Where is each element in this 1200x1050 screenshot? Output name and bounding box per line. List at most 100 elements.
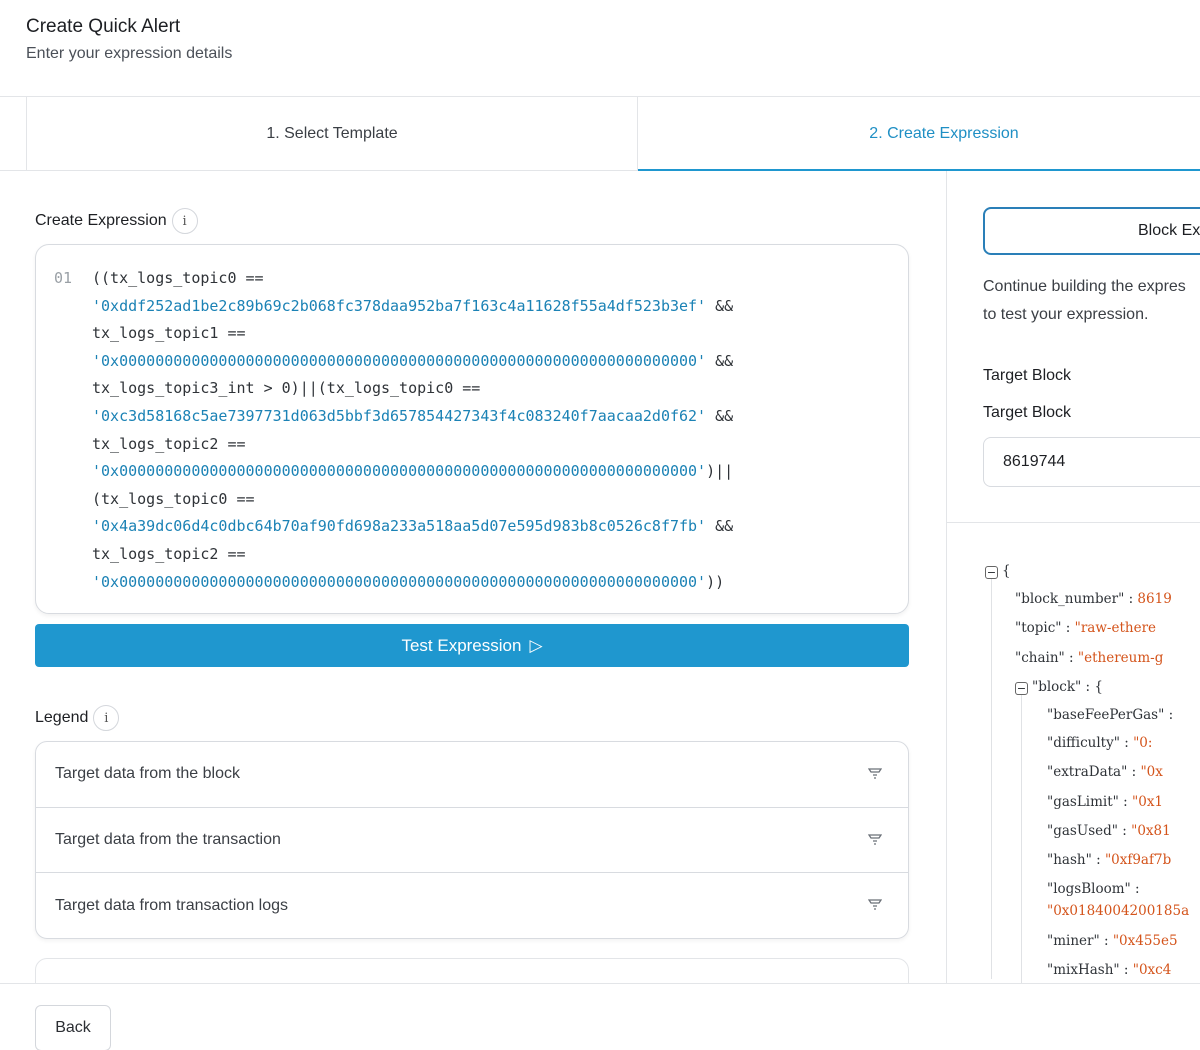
json-key: "block" bbox=[1032, 679, 1082, 695]
legend-item-block[interactable]: Target data from the block bbox=[36, 742, 908, 808]
json-colon: : bbox=[1081, 679, 1095, 695]
code-line: '0xc3d58168c5ae7397731d063d5bbf3d6578544… bbox=[36, 403, 908, 431]
legend-item-transaction[interactable]: Target data from the transaction bbox=[36, 808, 908, 873]
filter-icon bbox=[868, 768, 882, 779]
tab-select-template[interactable]: 1. Select Template bbox=[26, 97, 638, 170]
code-line: tx_logs_topic3_int > 0)||(tx_logs_topic0… bbox=[36, 375, 908, 403]
json-row: "gasUsed" : "0x81 bbox=[1047, 823, 1171, 839]
json-row[interactable]: −{ bbox=[985, 563, 1011, 579]
code-operator: && bbox=[706, 351, 734, 370]
code-operator: )) bbox=[706, 572, 725, 591]
code-keyword: ((tx_logs_topic0 == bbox=[92, 269, 264, 287]
code-line: 01 ((tx_logs_topic0 == bbox=[36, 265, 908, 293]
create-expression-label: Create Expression bbox=[35, 212, 167, 229]
json-key: "block_number" bbox=[1015, 591, 1125, 607]
help-text-line: Continue building the expres bbox=[983, 278, 1186, 295]
block-explorer-button[interactable]: Block Ex bbox=[983, 207, 1200, 255]
code-line: '0x4a39dc06d4c0dbc64b70af90fd698a233a518… bbox=[36, 513, 908, 541]
code-text: (tx_logs_topic0 == bbox=[92, 486, 255, 514]
legend-list: Target data from the block Target data f… bbox=[35, 741, 909, 939]
tree-guide bbox=[1021, 695, 1022, 983]
legend-heading: Legend i bbox=[35, 705, 120, 731]
code-line: '0x0000000000000000000000000000000000000… bbox=[36, 569, 908, 597]
help-text-line: to test your expression. bbox=[983, 306, 1149, 323]
json-colon: : bbox=[1099, 933, 1113, 949]
code-text: '0x0000000000000000000000000000000000000… bbox=[92, 348, 733, 376]
code-line: (tx_logs_topic0 == bbox=[36, 486, 908, 514]
code-line: tx_logs_topic2 == bbox=[36, 431, 908, 459]
json-colon: : bbox=[1164, 707, 1174, 723]
code-text: ((tx_logs_topic0 == bbox=[92, 265, 264, 293]
json-value: "0x455e5 bbox=[1112, 933, 1178, 949]
code-operator: && bbox=[706, 406, 734, 425]
legend-item-label: Target data from transaction logs bbox=[55, 896, 289, 914]
tree-guide bbox=[991, 579, 992, 979]
code-line: '0xddf252ad1be2c89b69c2b068fc378daa952ba… bbox=[36, 293, 908, 321]
legend-item-label: Target data from the block bbox=[55, 765, 240, 783]
code-string: '0xddf252ad1be2c89b69c2b068fc378daa952ba… bbox=[92, 296, 707, 315]
info-icon[interactable]: i bbox=[93, 705, 120, 731]
target-block-input[interactable] bbox=[983, 437, 1200, 487]
json-colon: : bbox=[1119, 735, 1134, 751]
json-key: "gasLimit" bbox=[1047, 794, 1119, 810]
legend-item-label: Target data from the transaction bbox=[55, 830, 281, 848]
play-icon: ▷ bbox=[529, 635, 543, 655]
expression-editor[interactable]: 01 ((tx_logs_topic0 == '0xddf252ad1be2c89b… bbox=[35, 244, 909, 614]
json-brace: { bbox=[1094, 679, 1103, 695]
json-key: "logsBloom" bbox=[1047, 881, 1131, 897]
json-colon: : bbox=[1064, 650, 1078, 666]
test-expression-button[interactable]: Test Expression ▷ bbox=[35, 624, 909, 667]
code-text: '0x4a39dc06d4c0dbc64b70af90fd698a233a518… bbox=[92, 513, 733, 541]
json-value: "0xc4 bbox=[1132, 962, 1172, 978]
line-number: 01 bbox=[54, 269, 73, 287]
target-block-label: Target Block bbox=[983, 404, 1072, 421]
json-row: "extraData" : "0x bbox=[1047, 764, 1163, 780]
back-button[interactable]: Back bbox=[35, 1005, 111, 1050]
tab-create-expression[interactable]: 2. Create Expression bbox=[638, 97, 1200, 171]
json-value: "0x81 bbox=[1131, 823, 1171, 839]
code-line: '0x0000000000000000000000000000000000000… bbox=[36, 348, 908, 376]
json-value: "0x1 bbox=[1132, 794, 1164, 810]
json-colon: : bbox=[1124, 591, 1138, 607]
code-text: tx_logs_topic2 == bbox=[92, 541, 246, 569]
info-icon[interactable]: i bbox=[171, 208, 198, 234]
test-panel: Block Ex Continue building the expres to… bbox=[947, 171, 1200, 983]
create-expression-heading: Create Expression i bbox=[35, 208, 198, 234]
code-line: tx_logs_topic2 == bbox=[36, 541, 908, 569]
code-string: '0x0000000000000000000000000000000000000… bbox=[92, 572, 707, 591]
test-expression-label: Test Expression bbox=[401, 635, 522, 655]
json-colon: : bbox=[1130, 881, 1140, 897]
help-text: Continue building the expres to test you… bbox=[983, 273, 1200, 329]
code-keyword: tx_logs_topic3_int > 0)||(tx_logs_topic0… bbox=[92, 379, 481, 398]
json-brace: { bbox=[1002, 563, 1011, 579]
code-operator: && bbox=[706, 296, 734, 315]
step-tabs: 1. Select Template 2. Create Expression bbox=[0, 97, 1200, 171]
json-key: "baseFeePerGas" bbox=[1047, 707, 1165, 723]
json-row: "mixHash" : "0xc4 bbox=[1047, 962, 1171, 978]
code-string: '0xc3d58168c5ae7397731d063d5bbf3d6578544… bbox=[92, 406, 707, 425]
code-string: '0x0000000000000000000000000000000000000… bbox=[92, 351, 707, 370]
json-key: "chain" bbox=[1015, 650, 1065, 666]
code-text: '0xc3d58168c5ae7397731d063d5bbf3d6578544… bbox=[92, 403, 733, 431]
json-row: "difficulty" : "0: bbox=[1047, 735, 1152, 751]
filter-icon bbox=[868, 899, 882, 910]
json-row: "hash" : "0xf9af7b bbox=[1047, 852, 1171, 868]
right-divider bbox=[947, 522, 1200, 523]
code-text: '0x0000000000000000000000000000000000000… bbox=[92, 569, 724, 597]
code-operator: )|| bbox=[706, 462, 734, 481]
code-keyword: tx_logs_topic2 == bbox=[92, 544, 246, 563]
json-key: "difficulty" bbox=[1047, 735, 1120, 751]
code-text: tx_logs_topic1 == bbox=[92, 320, 246, 348]
code-keyword: tx_logs_topic2 == bbox=[92, 434, 246, 453]
json-row: "block_number" : 8619 bbox=[1015, 591, 1172, 607]
legend-label: Legend bbox=[35, 709, 89, 726]
code-string: '0x4a39dc06d4c0dbc64b70af90fd698a233a518… bbox=[92, 517, 707, 536]
json-row: "miner" : "0x455e5 bbox=[1047, 933, 1178, 949]
json-row[interactable]: − "block" : { bbox=[1015, 679, 1103, 695]
collapse-icon[interactable]: − bbox=[1015, 682, 1028, 695]
footer: Back bbox=[0, 983, 1200, 1050]
collapse-icon[interactable]: − bbox=[985, 566, 998, 579]
code-keyword: (tx_logs_topic0 == bbox=[92, 489, 255, 508]
page-subtitle: Enter your expression details bbox=[26, 45, 233, 62]
legend-item-logs[interactable]: Target data from transaction logs bbox=[36, 873, 908, 938]
